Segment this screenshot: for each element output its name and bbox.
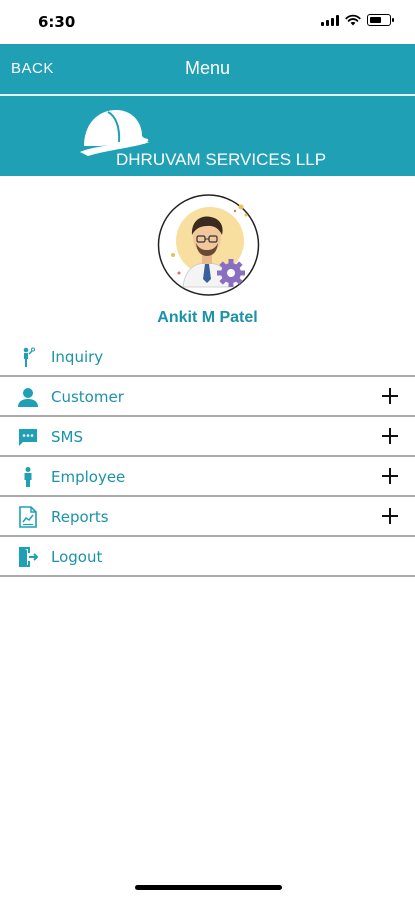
status-time: 6:30: [38, 13, 76, 31]
status-icons: [321, 14, 394, 26]
page-title: Menu: [184, 58, 231, 78]
home-indicator[interactable]: [135, 885, 282, 890]
menu-item-label: SMS: [51, 428, 83, 446]
person-icon: [18, 388, 38, 407]
menu-item-sms[interactable]: SMS: [0, 417, 415, 457]
status-bar: 6:30: [0, 0, 415, 44]
menu-item-label: Inquiry: [51, 348, 104, 366]
employee-icon: [24, 467, 32, 487]
menu-item-label: Customer: [51, 388, 124, 406]
report-icon: [19, 506, 37, 528]
expand-plus-icon[interactable]: [382, 468, 398, 484]
wifi-icon: [345, 14, 361, 26]
nav-bar: BACK Menu: [0, 44, 415, 94]
signal-icon: [321, 14, 339, 26]
chat-icon: [19, 429, 37, 446]
menu-item-label: Reports: [51, 508, 109, 526]
expand-plus-icon[interactable]: [382, 388, 398, 404]
menu-item-inquiry[interactable]: Inquiry: [0, 337, 415, 377]
brand-banner: DHRUVAM SERVICES LLP: [0, 96, 415, 176]
expand-plus-icon[interactable]: [382, 428, 398, 444]
menu-item-reports[interactable]: Reports: [0, 497, 415, 537]
inquiry-icon: [23, 347, 35, 367]
menu-list: Inquiry Customer SMS Employee Reports Lo…: [0, 337, 415, 577]
battery-icon: [367, 14, 394, 26]
menu-item-logout[interactable]: Logout: [0, 537, 415, 577]
menu-item-label: Employee: [51, 468, 126, 486]
user-avatar[interactable]: [153, 193, 264, 297]
brand-name: DHRUVAM SERVICES LLP: [116, 150, 327, 169]
user-name: Ankit M Patel: [157, 309, 258, 326]
expand-plus-icon[interactable]: [382, 508, 398, 524]
menu-item-customer[interactable]: Customer: [0, 377, 415, 417]
logout-icon: [19, 547, 38, 567]
menu-item-employee[interactable]: Employee: [0, 457, 415, 497]
menu-item-label: Logout: [51, 548, 103, 566]
screen: 6:30 BACK Menu DHRUVAM SERVICES LLP Anki…: [0, 0, 415, 900]
